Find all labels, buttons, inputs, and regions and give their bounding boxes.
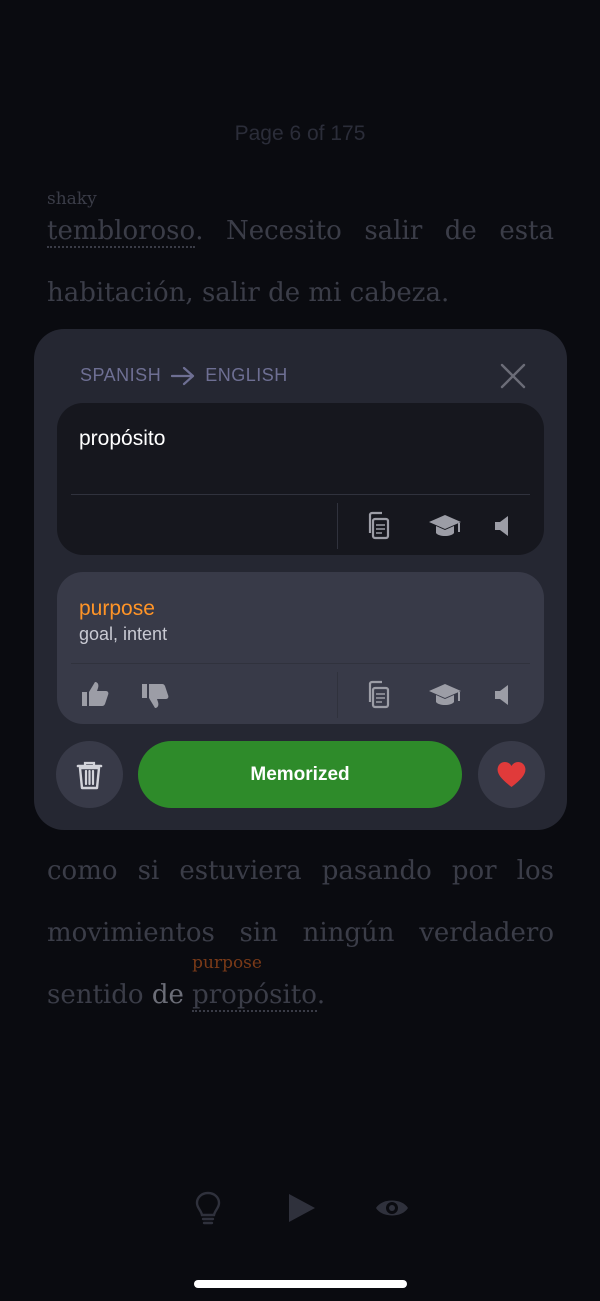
reader-paragraph-top: shaky tembloroso. Necesito salir de esta …	[47, 190, 554, 324]
word-gloss: purpose	[192, 953, 262, 973]
delete-button[interactable]	[56, 741, 123, 808]
graduation-cap-icon[interactable]	[427, 510, 463, 542]
highlighted-word[interactable]: purpose propósito	[192, 954, 317, 1012]
copy-icon[interactable]	[363, 679, 395, 711]
word-gloss: shaky	[47, 189, 97, 209]
reader-line: habitación, salir de mi cabeza.	[47, 278, 450, 308]
divider	[71, 663, 530, 664]
reader-text-segment: sentido	[47, 980, 144, 1010]
reader-paragraph-bottom: como si estuviera pasando por los movimi…	[47, 840, 554, 1026]
graduation-cap-icon[interactable]	[427, 679, 463, 711]
source-word-box: propósito	[57, 403, 544, 555]
reader-line: sentido de purpose propósito.	[47, 954, 554, 1026]
home-indicator[interactable]	[194, 1280, 407, 1288]
copy-icon[interactable]	[363, 510, 395, 542]
close-icon[interactable]	[499, 362, 527, 390]
language-direction: SPANISH ENGLISH	[80, 365, 288, 386]
divider	[337, 503, 338, 549]
highlighted-word-text: propósito	[192, 980, 317, 1010]
eye-icon[interactable]	[374, 1190, 410, 1226]
memorized-button[interactable]: Memorized	[138, 741, 462, 808]
reader-text-segment: .	[316, 980, 326, 1010]
highlighted-word[interactable]: shaky tembloroso	[47, 190, 196, 248]
reader-text-segment: . Necesito salir de esta	[195, 216, 554, 246]
trash-icon	[76, 761, 103, 790]
thumbs-up-icon[interactable]	[79, 678, 111, 710]
translation-box: purpose goal, intent	[57, 572, 544, 724]
divider	[71, 494, 530, 495]
translation-synonyms: goal, intent	[79, 624, 168, 644]
bottom-toolbar	[0, 1180, 600, 1240]
source-word: propósito	[79, 427, 166, 450]
thumbs-down-icon[interactable]	[139, 680, 171, 712]
reader-line: como si estuviera pasando por los	[47, 856, 554, 886]
translation-popup: SPANISH ENGLISH propósito purpose goal, …	[34, 329, 567, 830]
reader-text-segment: de	[151, 980, 184, 1010]
translated-word: purpose	[79, 597, 155, 620]
source-language: SPANISH	[80, 365, 162, 385]
play-icon[interactable]	[283, 1190, 319, 1226]
heart-icon	[497, 761, 526, 787]
favorite-button[interactable]	[478, 741, 545, 808]
speaker-icon[interactable]	[491, 679, 515, 711]
arrow-right-icon	[171, 366, 195, 386]
speaker-icon[interactable]	[491, 510, 515, 542]
highlighted-word-text: tembloroso	[47, 216, 196, 246]
divider	[337, 672, 338, 718]
reader-line: shaky tembloroso. Necesito salir de esta	[47, 190, 554, 262]
lightbulb-icon[interactable]	[190, 1190, 226, 1226]
page-indicator: Page 6 of 175	[234, 122, 366, 145]
target-language: ENGLISH	[205, 365, 288, 385]
